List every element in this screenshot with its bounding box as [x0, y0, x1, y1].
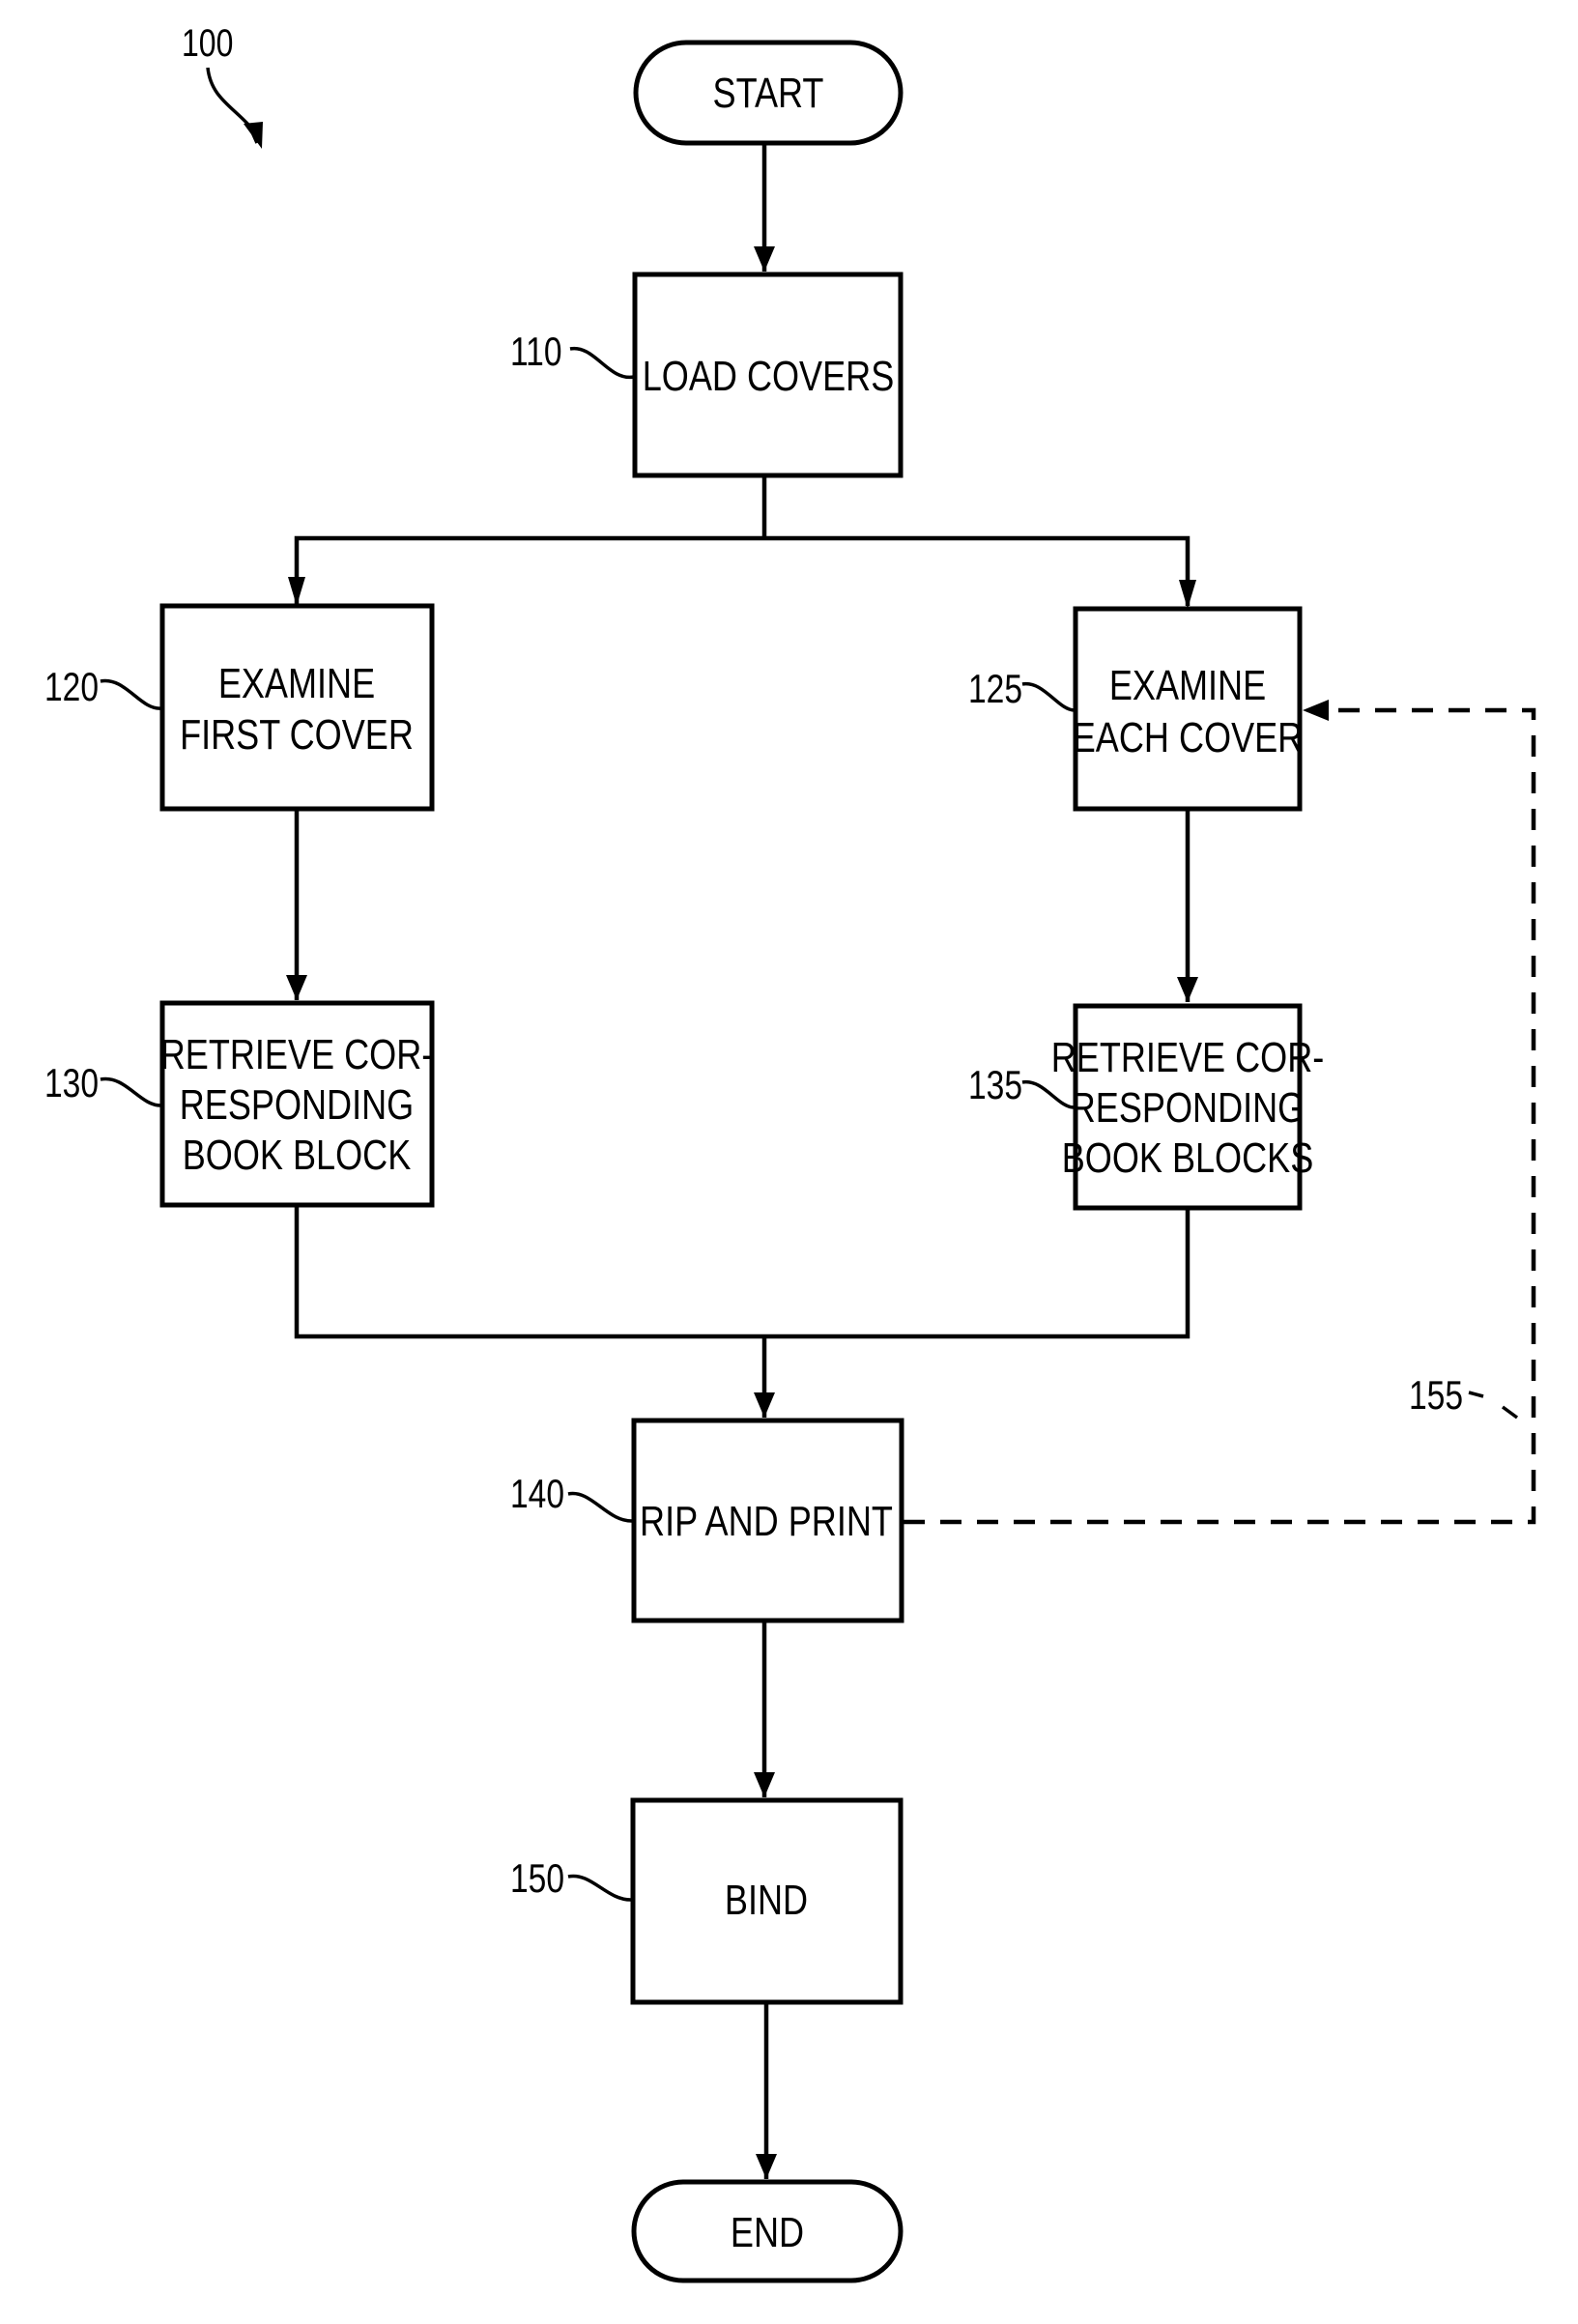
step-retrieve-book-block: RETRIEVE COR- RESPONDING BOOK BLOCK — [159, 1000, 435, 1208]
feedback-arrowhead — [1303, 700, 1329, 721]
flowchart: 100 START LOAD COVERS 110 EXAMINE FIRST … — [44, 21, 1536, 2283]
leader-120 — [100, 678, 162, 710]
connector-split — [294, 535, 1191, 606]
ref-110: 110 — [510, 330, 562, 375]
step-rip-and-print: RIP AND PRINT — [631, 1418, 904, 1623]
leader-125 — [1021, 682, 1076, 712]
examine-each-line-2: EACH COVER — [1073, 714, 1303, 761]
retrieve-blocks-line-1: RETRIEVE COR- — [1051, 1034, 1325, 1081]
retrieve-block-line-1: RETRIEVE COR- — [160, 1031, 434, 1078]
leader-110 — [569, 346, 635, 380]
examine-first-line-1: EXAMINE — [218, 660, 375, 707]
ref-140: 140 — [510, 1473, 564, 1517]
leader-135 — [1021, 1080, 1076, 1109]
ref-125: 125 — [968, 668, 1022, 712]
leader-130 — [100, 1076, 162, 1107]
leader-155 — [1468, 1391, 1519, 1420]
ref-120: 120 — [44, 666, 99, 710]
ref-130: 130 — [44, 1062, 99, 1106]
end-terminal: END — [631, 2179, 904, 2283]
step-retrieve-book-blocks: RETRIEVE COR- RESPONDING BOOK BLOCKS — [1051, 1003, 1325, 1211]
end-label: END — [731, 2209, 804, 2256]
step-bind: BIND — [630, 1797, 904, 2005]
figure-reference-arrowhead — [244, 122, 263, 149]
retrieve-blocks-line-3: BOOK BLOCKS — [1062, 1134, 1314, 1182]
step-examine-each-cover: EXAMINE EACH COVER — [1073, 606, 1303, 812]
retrieve-blocks-line-2: RESPONDING — [1071, 1084, 1305, 1132]
bind-label: BIND — [725, 1877, 808, 1924]
load-covers-label: LOAD COVERS — [643, 353, 895, 400]
step-examine-first-cover: EXAMINE FIRST COVER — [159, 603, 435, 812]
start-terminal: START — [633, 40, 904, 146]
leader-140 — [567, 1491, 634, 1523]
arrowhead-to-125 — [1179, 580, 1196, 609]
leader-150 — [567, 1874, 633, 1902]
ref-155: 155 — [1409, 1374, 1463, 1419]
figure-reference-label: 100 — [182, 21, 233, 65]
retrieve-block-line-2: RESPONDING — [180, 1081, 414, 1129]
start-label: START — [713, 70, 824, 117]
ref-150: 150 — [510, 1857, 564, 1902]
connector-join — [294, 1205, 1191, 1339]
arrowhead-to-120 — [288, 577, 305, 606]
examine-first-line-2: FIRST COVER — [180, 711, 414, 759]
retrieve-block-line-3: BOOK BLOCK — [183, 1132, 412, 1179]
ref-135: 135 — [968, 1064, 1022, 1108]
examine-each-line-1: EXAMINE — [1109, 662, 1266, 709]
rip-print-label: RIP AND PRINT — [640, 1498, 893, 1545]
step-load-covers: LOAD COVERS — [632, 272, 904, 478]
